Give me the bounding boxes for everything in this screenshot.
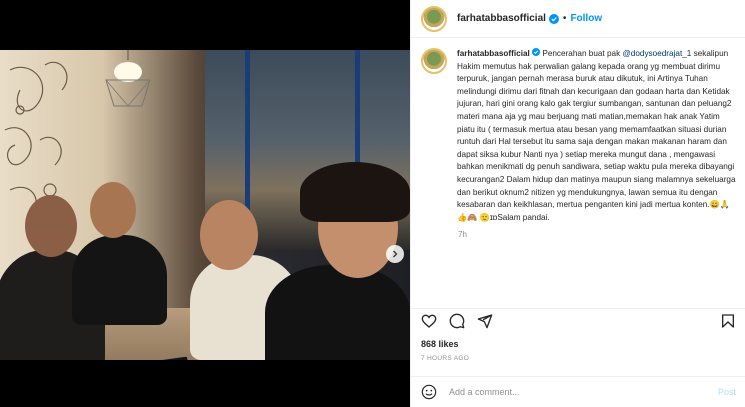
verified-badge-icon (548, 13, 559, 24)
comment-input[interactable] (449, 387, 699, 397)
post-comment-button[interactable]: Post (718, 387, 736, 397)
caption-username[interactable]: farhatabbasofficial (457, 49, 530, 58)
post-photo[interactable] (0, 50, 410, 360)
instagram-post-view: farhatabbasofficial • Follow farhatabbas… (0, 0, 745, 407)
comment-bar: Post (411, 376, 745, 407)
chevron-right-icon (393, 250, 398, 258)
pendant-lamp (105, 50, 151, 107)
comment-icon[interactable] (449, 313, 465, 329)
avatar[interactable] (421, 5, 447, 32)
separator-dot: • (562, 13, 567, 24)
carousel-next-button[interactable] (386, 245, 404, 263)
post-media (0, 0, 410, 407)
person-right-hair (300, 162, 410, 222)
caption-body: sekalipun Hakim memutus hak perwalian ga… (457, 49, 736, 222)
header-username[interactable]: farhatabbasofficial (457, 13, 546, 24)
post-side-panel: farhatabbasofficial • Follow farhatabbas… (410, 0, 745, 407)
verified-badge-icon (532, 48, 541, 56)
person-second (72, 235, 167, 325)
heart-icon[interactable] (421, 313, 437, 329)
person-right (265, 265, 410, 360)
emoji-icon[interactable] (421, 384, 437, 400)
caption-mention[interactable]: @dodysoedrajat_1 (622, 49, 691, 58)
likes-count[interactable]: 868 likes (421, 339, 459, 349)
bookmark-icon[interactable] (720, 313, 736, 329)
action-bar (411, 308, 745, 332)
person-second-head (90, 182, 136, 238)
caption-avatar[interactable] (421, 48, 447, 74)
caption-text: farhatabbasofficial Pencerahan buat pak … (457, 48, 736, 224)
caption-timestamp[interactable]: 7h (458, 230, 736, 239)
post-header: farhatabbasofficial • Follow (411, 0, 745, 38)
caption-intro: Pencerahan buat pak (542, 49, 623, 58)
share-icon[interactable] (477, 313, 493, 329)
person-left-head (25, 195, 77, 257)
person-third-head (200, 200, 258, 270)
caption-section: farhatabbasofficial Pencerahan buat pak … (411, 48, 745, 304)
post-age[interactable]: 7 HOURS AGO (421, 355, 469, 362)
follow-button[interactable]: Follow (570, 13, 602, 24)
